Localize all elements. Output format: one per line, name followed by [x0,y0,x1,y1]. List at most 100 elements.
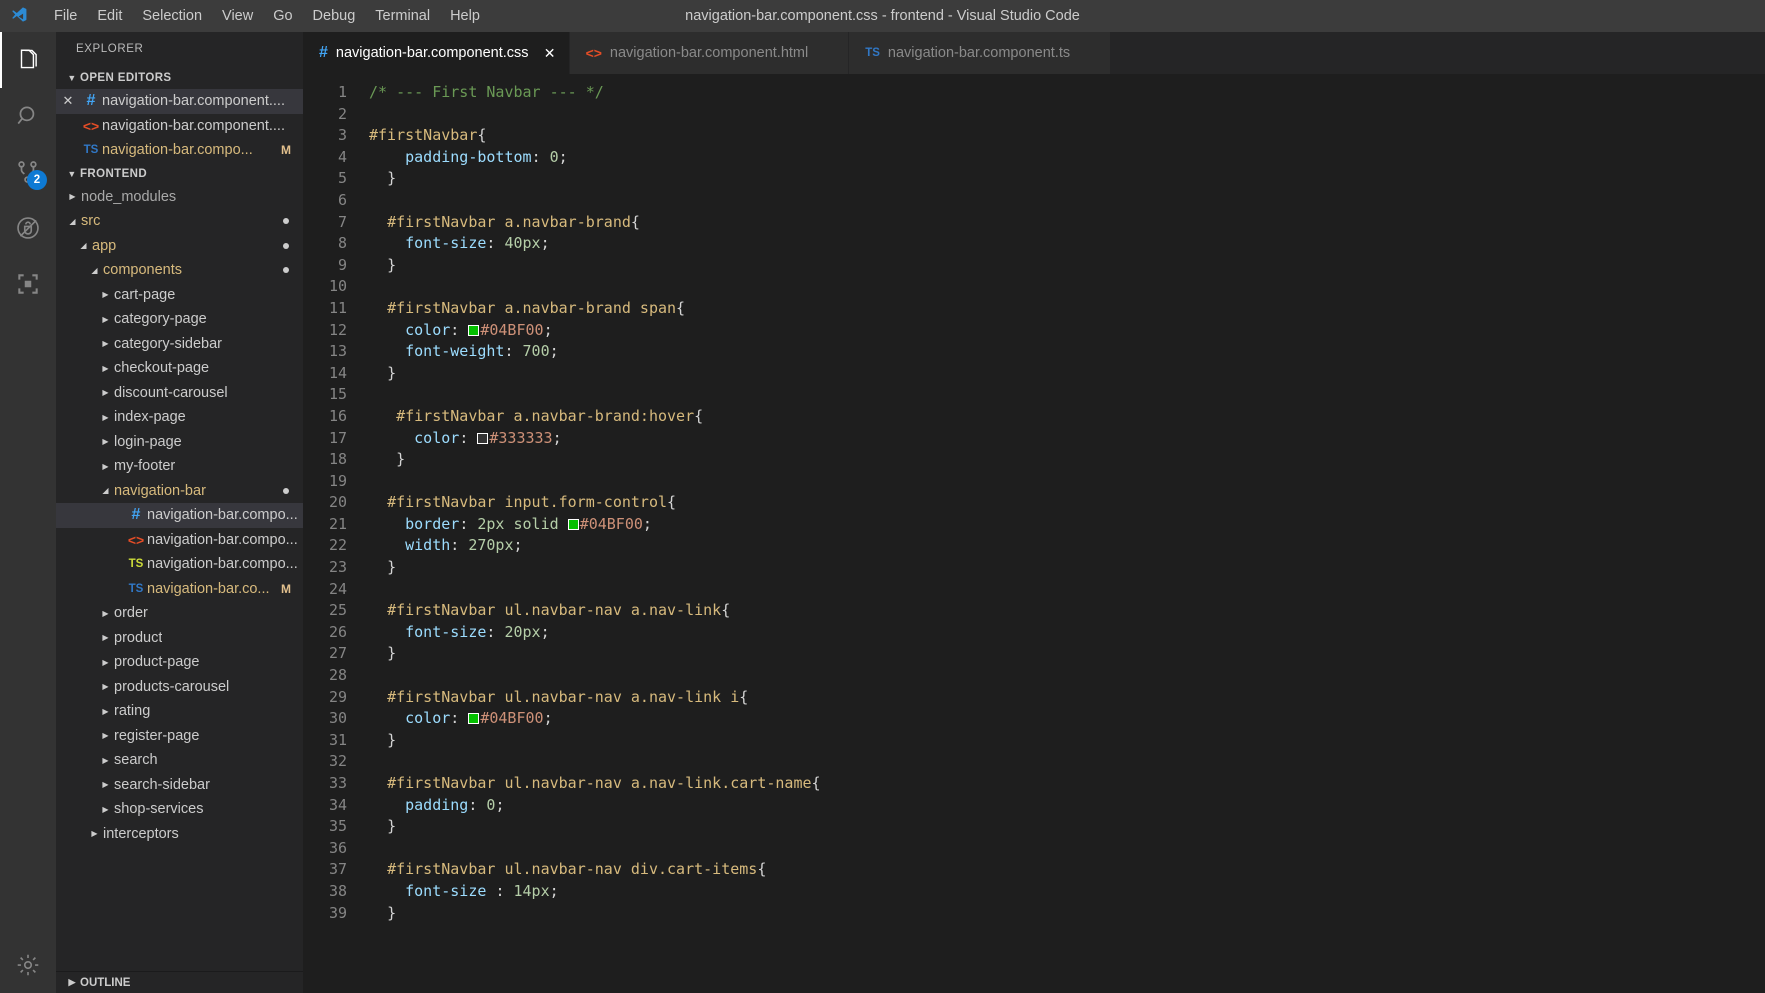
code-editor[interactable]: 1 2 3 4 5 6 7 8 9 10 11 12 13 14 15 16 17 18 19 20 21 22 23 24 2… [303,74,1765,993]
chevron-right-icon[interactable]: ▶ [86,829,103,838]
tree-item-search[interactable]: ▶ search [56,748,303,773]
chevron-down-icon[interactable]: ◢ [97,486,114,495]
tree-item-login-page[interactable]: ▶ login-page [56,430,303,455]
open-editor-item-ts[interactable]: TS navigation-bar.compo... M [56,138,303,163]
code-line[interactable]: font-size: 20px; [369,622,1765,644]
code-line[interactable] [369,665,1765,687]
code-line[interactable] [369,190,1765,212]
tree-item-search-sidebar[interactable]: ▶ search-sidebar [56,773,303,798]
code-line[interactable]: #firstNavbar{ [369,125,1765,147]
section-workspace-frontend[interactable]: ▼ FRONTEND [56,162,303,185]
code-line[interactable]: font-size: 40px; [369,233,1765,255]
tree-item-order[interactable]: ▶ order [56,601,303,626]
code-line[interactable] [369,384,1765,406]
tree-item-shop-services[interactable]: ▶ shop-services [56,797,303,822]
tab-navigation-bar-component-ts[interactable]: TS navigation-bar.component.ts ✕ [849,32,1112,74]
open-editor-item-css[interactable]: ✕ # navigation-bar.component.... [56,89,303,114]
chevron-right-icon[interactable]: ▶ [97,339,114,348]
code-line[interactable] [369,276,1765,298]
tree-item-interceptors[interactable]: ▶ interceptors [56,822,303,847]
tree-item-navigation-bar-compo-[interactable]: TS navigation-bar.compo... [56,552,303,577]
code-line[interactable]: #firstNavbar ul.navbar-nav div.cart-item… [369,859,1765,881]
chevron-right-icon[interactable]: ▶ [97,731,114,740]
activity-explorer-icon[interactable] [0,32,56,88]
code-line[interactable]: #firstNavbar a.navbar-brand span{ [369,298,1765,320]
editor-scrollbar[interactable] [1751,74,1765,993]
tree-item-category-page[interactable]: ▶ category-page [56,307,303,332]
activity-extensions-icon[interactable] [0,256,56,312]
chevron-down-icon[interactable]: ◢ [75,241,92,250]
chevron-right-icon[interactable]: ▶ [97,290,114,299]
menu-help[interactable]: Help [440,2,490,30]
section-outline[interactable]: ▶ OUTLINE [56,971,303,993]
tree-item-category-sidebar[interactable]: ▶ category-sidebar [56,332,303,357]
code-line[interactable]: } [369,168,1765,190]
code-line[interactable]: padding-bottom: 0; [369,147,1765,169]
code-line[interactable]: color: #333333; [369,428,1765,450]
menu-terminal[interactable]: Terminal [365,2,440,30]
code-line[interactable]: } [369,449,1765,471]
code-line[interactable]: border: 2px solid #04BF00; [369,514,1765,536]
chevron-right-icon[interactable]: ▶ [97,658,114,667]
tree-item-navigation-bar-co-[interactable]: TS navigation-bar.co... M [56,577,303,602]
tree-item-index-page[interactable]: ▶ index-page [56,405,303,430]
tree-item-node-modules[interactable]: ▶ node_modules [56,185,303,210]
chevron-right-icon[interactable]: ▶ [64,192,81,201]
chevron-right-icon[interactable]: ▶ [97,413,114,422]
code-line[interactable]: color: #04BF00; [369,320,1765,342]
code-line[interactable]: } [369,903,1765,925]
code-line[interactable]: } [369,816,1765,838]
tree-item-navigation-bar[interactable]: ◢ navigation-bar [56,479,303,504]
tree-item-product-page[interactable]: ▶ product-page [56,650,303,675]
tree-item-components[interactable]: ◢ components [56,258,303,283]
menu-view[interactable]: View [212,2,263,30]
code-line[interactable] [369,104,1765,126]
chevron-right-icon[interactable]: ▶ [97,609,114,618]
tree-item-products-carousel[interactable]: ▶ products-carousel [56,675,303,700]
chevron-right-icon[interactable]: ▶ [97,462,114,471]
chevron-right-icon[interactable]: ▶ [97,805,114,814]
chevron-right-icon[interactable]: ▶ [97,682,114,691]
gear-icon[interactable] [0,937,56,993]
tree-item-rating[interactable]: ▶ rating [56,699,303,724]
code-line[interactable]: } [369,363,1765,385]
chevron-right-icon[interactable]: ▶ [97,388,114,397]
code-line[interactable] [369,751,1765,773]
tree-item-my-footer[interactable]: ▶ my-footer [56,454,303,479]
code-line[interactable]: /* --- First Navbar --- */ [369,82,1765,104]
close-icon[interactable]: ✕ [56,93,80,109]
activity-search-icon[interactable] [0,88,56,144]
open-editor-item-html[interactable]: <> navigation-bar.component.... [56,114,303,139]
tree-item-navigation-bar-compo-[interactable]: <> navigation-bar.compo... [56,528,303,553]
chevron-right-icon[interactable]: ▶ [97,437,114,446]
code-line[interactable]: padding: 0; [369,795,1765,817]
code-line[interactable]: #firstNavbar a.navbar-brand:hover{ [369,406,1765,428]
tab-navigation-bar-component-css[interactable]: # navigation-bar.component.css ✕ [303,32,570,74]
code-line[interactable]: } [369,557,1765,579]
code-line[interactable]: font-weight: 700; [369,341,1765,363]
menu-edit[interactable]: Edit [87,2,132,30]
code-line[interactable]: width: 270px; [369,535,1765,557]
chevron-right-icon[interactable]: ▶ [97,756,114,765]
tab-navigation-bar-component-html[interactable]: <> navigation-bar.component.html ✕ [569,32,850,74]
code-line[interactable]: } [369,255,1765,277]
chevron-right-icon[interactable]: ▶ [97,707,114,716]
code-line[interactable]: #firstNavbar input.form-control{ [369,492,1765,514]
tree-item-register-page[interactable]: ▶ register-page [56,724,303,749]
code-line[interactable] [369,471,1765,493]
menu-selection[interactable]: Selection [132,2,212,30]
tree-item-src[interactable]: ◢ src [56,209,303,234]
code-line[interactable]: #firstNavbar ul.navbar-nav a.nav-link{ [369,600,1765,622]
menu-debug[interactable]: Debug [303,2,366,30]
tree-item-navigation-bar-compo-[interactable]: # navigation-bar.compo... [56,503,303,528]
close-icon[interactable]: ✕ [543,45,557,62]
activity-debug-icon[interactable] [0,200,56,256]
code-line[interactable]: #firstNavbar ul.navbar-nav a.nav-link i{ [369,687,1765,709]
activity-source-control-icon[interactable]: 2 [0,144,56,200]
code-line[interactable] [369,579,1765,601]
code-content[interactable]: /* --- First Navbar --- */ #firstNavbar{… [357,74,1765,993]
code-line[interactable]: color: #04BF00; [369,708,1765,730]
tree-item-cart-page[interactable]: ▶ cart-page [56,283,303,308]
chevron-down-icon[interactable]: ◢ [64,217,81,226]
menu-go[interactable]: Go [263,2,302,30]
